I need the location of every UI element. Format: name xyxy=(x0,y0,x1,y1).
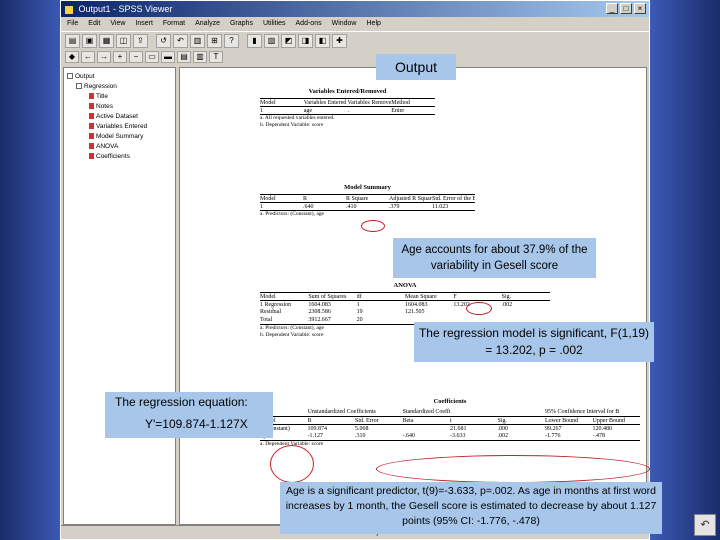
menu-window[interactable]: Window xyxy=(332,17,357,31)
menu-edit[interactable]: Edit xyxy=(88,17,100,31)
promote-icon[interactable]: ◆ xyxy=(65,51,79,63)
menu-analyze[interactable]: Analyze xyxy=(195,17,220,31)
model-summary-table: Model Summary Model R R Square Adjusted R S… xyxy=(260,184,475,218)
app-icon xyxy=(65,5,73,14)
maximize-button[interactable]: □ xyxy=(620,3,632,14)
equation-label: The regression equation: xyxy=(115,395,248,409)
return-icon[interactable]: ↶ xyxy=(694,514,716,536)
close-button[interactable]: × xyxy=(634,3,646,14)
menu-graphs[interactable]: Graphs xyxy=(230,17,253,31)
goto-case-icon[interactable]: ⊞ xyxy=(207,33,222,48)
table-header: Model Variables Entered Variables Removed M… xyxy=(260,98,435,106)
table-title: Model Summary xyxy=(344,184,391,191)
table-header: Model Sum of Squares df Mean Square F Sig. xyxy=(260,292,550,300)
r-square-highlight xyxy=(361,220,385,232)
outline-pane: Output Regression Title Notes Active Dat… xyxy=(63,67,176,525)
outline-item-variables-entered[interactable]: Variables Entered xyxy=(67,122,172,132)
age-row-highlight xyxy=(376,455,650,483)
menu-file[interactable]: File xyxy=(67,17,78,31)
table-row: 1 Regression 1604.083 1 1604.083 13.202.002 xyxy=(260,300,550,308)
title-bar: Output1 - SPSS Viewer _ □ × xyxy=(61,1,649,17)
table-row: age-1.127.310-.640-3.633.002-1.776-.478 xyxy=(260,433,605,439)
table-row: 1 (Constant) 109.874 5.068 21.681.000 99.267… xyxy=(260,424,640,432)
open-icon[interactable]: ▤ xyxy=(65,33,80,48)
left-arrow-icon[interactable]: ← xyxy=(81,51,95,63)
table-title: Variables Entered/Removed xyxy=(308,88,387,95)
outline-item-output[interactable]: Output xyxy=(67,72,172,82)
export-icon[interactable]: ⇪ xyxy=(133,33,148,48)
outline-item-title[interactable]: Title xyxy=(67,92,172,102)
expand-icon[interactable]: + xyxy=(113,51,127,63)
table-note: a. Dependent Variable: score xyxy=(260,440,640,448)
slide-background-right xyxy=(650,0,720,540)
regression-equation: Y'=109.874-1.127X xyxy=(145,417,248,431)
toolbar: ▤ ▣ ▦ ◫ ⇪ ↺ ↶ ▥ ⊞ ? ▮ ▧ ◩ ◨ ◧ ✚ xyxy=(61,31,649,49)
coefficients-table: Coefficients Unstandardized Coefficients… xyxy=(260,398,640,448)
table-title: ANOVA xyxy=(393,282,417,289)
table-note: a. Predictors: (Constant), age xyxy=(260,210,475,218)
coefficients-callout: Age is a significant predictor, t(9)=-3.… xyxy=(280,482,662,534)
menu-addons[interactable]: Add-ons xyxy=(296,17,322,31)
table-icon[interactable]: ▧ xyxy=(264,33,279,48)
window-title: Output1 - SPSS Viewer xyxy=(78,4,173,14)
output-callout: Output xyxy=(376,54,456,80)
outline-item-active-dataset[interactable]: Active Dataset xyxy=(67,112,172,122)
table-header: ModelBStd. ErrorBetatSig.Lower BoundUppe… xyxy=(260,416,640,424)
menu-insert[interactable]: Insert xyxy=(135,17,153,31)
undo-icon[interactable]: ↶ xyxy=(173,33,188,48)
insert-icon[interactable]: ✚ xyxy=(332,33,347,48)
b-coefficients-highlight xyxy=(270,445,314,483)
insert-heading-icon[interactable]: ▤ xyxy=(177,51,191,63)
f-sig-highlight xyxy=(466,302,492,315)
equation-callout: The regression equation: Y'=109.874-1.12… xyxy=(105,392,273,438)
select-icon[interactable]: ◩ xyxy=(281,33,296,48)
recall-dialog-icon[interactable]: ↺ xyxy=(156,33,171,48)
goto-data-icon[interactable]: ▥ xyxy=(190,33,205,48)
hide-item-icon[interactable]: ▬ xyxy=(161,51,175,63)
menu-utilities[interactable]: Utilities xyxy=(263,17,286,31)
outline-item-anova[interactable]: ANOVA xyxy=(67,142,172,152)
show-item-icon[interactable]: ▭ xyxy=(145,51,159,63)
print-icon[interactable]: ▦ xyxy=(99,33,114,48)
table-note: b. Dependent Variable: score xyxy=(260,122,324,128)
outline-item-model-summary[interactable]: Model Summary xyxy=(67,132,172,142)
variables-icon[interactable]: ? xyxy=(224,33,239,48)
outline-item-coefficients[interactable]: Coefficients xyxy=(67,152,172,162)
outline-item-notes[interactable]: Notes xyxy=(67,102,172,112)
r-square-callout: Age accounts for about 37.9% of the vari… xyxy=(393,238,596,278)
hide-icon[interactable]: ◧ xyxy=(315,33,330,48)
save-icon[interactable]: ▣ xyxy=(82,33,97,48)
insert-text-icon[interactable]: T xyxy=(209,51,223,63)
menu-help[interactable]: Help xyxy=(367,17,381,31)
chart-icon[interactable]: ▮ xyxy=(247,33,262,48)
outline-item-regression[interactable]: Regression xyxy=(67,82,172,92)
navigation-bar: ◆ ← → + − ▭ ▬ ▤ ▥ T xyxy=(61,49,649,65)
collapse-icon[interactable]: − xyxy=(129,51,143,63)
table-row: Residual 2308.586 19 121.505 xyxy=(260,309,425,315)
table-header: Model R R Square Adjusted R Square Std. Erro… xyxy=(260,194,475,202)
menu-format[interactable]: Format xyxy=(163,17,185,31)
preview-icon[interactable]: ◫ xyxy=(116,33,131,48)
table-group-header: Unstandardized Coefficients Standardized… xyxy=(307,409,620,415)
table-title: Coefficients xyxy=(433,398,467,405)
anova-callout: The regression model is significant, F(1… xyxy=(414,322,654,362)
insert-title-icon[interactable]: ▥ xyxy=(193,51,207,63)
table-row: 1 age. Enter xyxy=(260,106,435,114)
menu-view[interactable]: View xyxy=(110,17,125,31)
minimize-button[interactable]: _ xyxy=(606,3,618,14)
table-note: a. All requested variables entered. xyxy=(260,114,435,122)
slide-background-left xyxy=(0,0,62,540)
variables-entered-table: Variables Entered/Removed Model Variables… xyxy=(260,88,435,129)
table-row: 1.640.410.379 11.023 xyxy=(260,202,475,210)
right-arrow-icon[interactable]: → xyxy=(97,51,111,63)
show-icon[interactable]: ◨ xyxy=(298,33,313,48)
menu-bar: File Edit View Insert Format Analyze Gra… xyxy=(61,17,649,31)
